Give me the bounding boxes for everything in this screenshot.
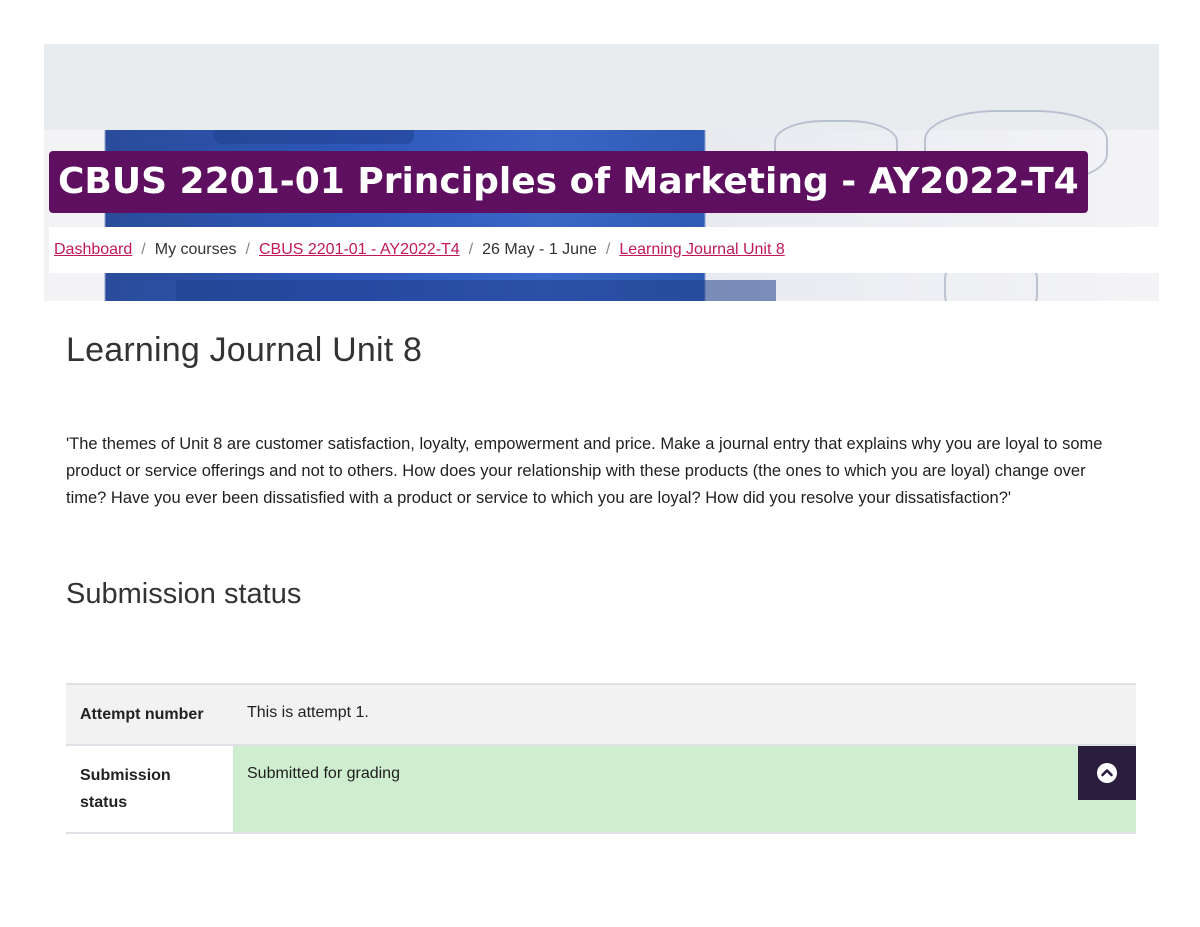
- page: CBUS 2201-01 Principles of Marketing - A…: [0, 0, 1200, 927]
- attempt-number-label: Attempt number: [66, 684, 233, 745]
- table-row: Submission status Submitted for grading: [66, 745, 1136, 833]
- submission-status-label: Submission status: [66, 745, 233, 833]
- assignment-description: 'The themes of Unit 8 are customer satis…: [66, 435, 1103, 507]
- page-title: Learning Journal Unit 8: [66, 331, 423, 369]
- breadcrumb: Dashboard / My courses / CBUS 2201-01 - …: [49, 227, 1159, 273]
- submission-status-table: Attempt number This is attempt 1. Submis…: [66, 683, 1136, 834]
- table-row: Attempt number This is attempt 1.: [66, 684, 1136, 745]
- page-header: CBUS 2201-01 Principles of Marketing - A…: [44, 44, 1159, 301]
- breadcrumb-course-link[interactable]: CBUS 2201-01 - AY2022-T4: [259, 241, 460, 259]
- breadcrumb-separator: /: [605, 241, 611, 258]
- chevron-up-circle-icon: [1097, 763, 1117, 783]
- main-content: Learning Journal Unit 8 'The themes of U…: [66, 320, 1136, 610]
- breadcrumb-dashboard-link[interactable]: Dashboard: [54, 241, 132, 259]
- breadcrumb-separator: /: [245, 241, 250, 258]
- breadcrumb-week: 26 May - 1 June: [482, 241, 597, 258]
- attempt-number-value: This is attempt 1.: [233, 684, 1136, 745]
- breadcrumb-my-courses: My courses: [154, 241, 237, 258]
- submission-status-heading: Submission status: [66, 578, 302, 610]
- breadcrumb-activity-link[interactable]: Learning Journal Unit 8: [619, 241, 784, 259]
- back-to-top-button[interactable]: [1078, 746, 1136, 800]
- breadcrumb-separator: /: [468, 241, 474, 258]
- submission-status-value: Submitted for grading: [233, 745, 1136, 833]
- course-title: CBUS 2201-01 Principles of Marketing - A…: [49, 151, 1088, 213]
- breadcrumb-separator: /: [141, 241, 146, 258]
